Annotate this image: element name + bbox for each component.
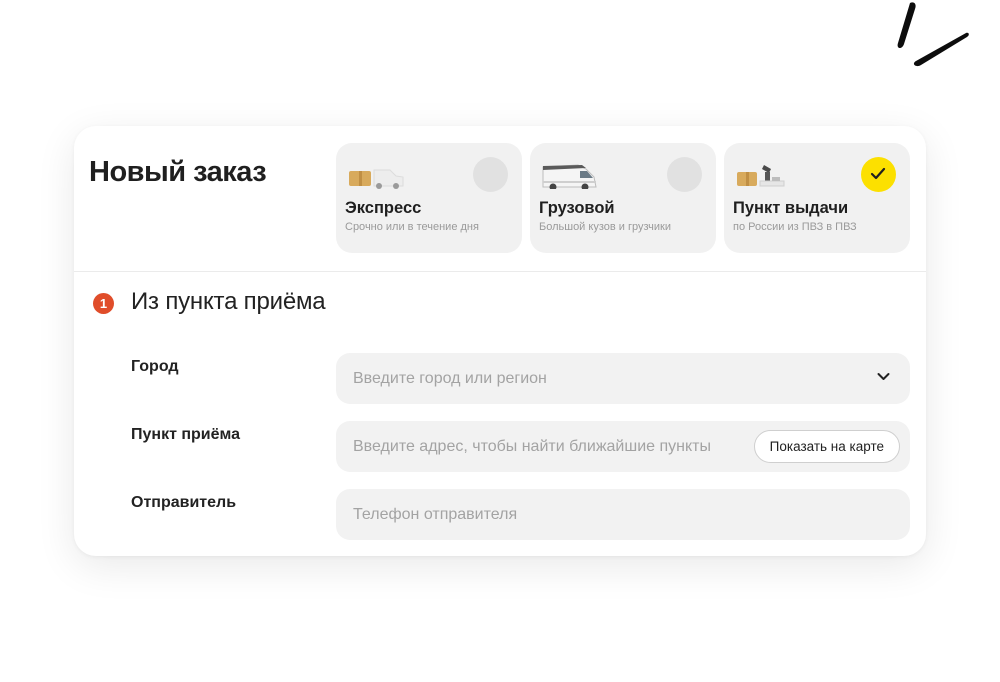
pickup-point-radio[interactable] xyxy=(861,157,896,192)
express-car-icon xyxy=(349,169,404,189)
page-title: Новый заказ xyxy=(89,156,267,188)
checkmark-icon xyxy=(870,167,886,180)
sender-phone-input[interactable] xyxy=(336,489,910,540)
option-description: Большой кузов и грузчики xyxy=(539,221,671,233)
option-name: Экспресс xyxy=(345,199,422,217)
option-name: Пункт выдачи xyxy=(733,199,849,217)
sender-field[interactable] xyxy=(336,489,910,540)
option-express[interactable]: Экспресс Срочно или в течение дня xyxy=(336,143,522,253)
option-pickup-point[interactable]: Пункт выдачи по России из ПВЗ в ПВЗ xyxy=(724,143,910,253)
option-description: Срочно или в течение дня xyxy=(345,221,479,233)
cargo-van-icon xyxy=(542,164,597,189)
express-radio[interactable] xyxy=(473,157,508,192)
city-select[interactable] xyxy=(336,353,910,404)
pickup-point-field[interactable]: Показать на карте xyxy=(336,421,910,472)
section-title: Из пункта приёма xyxy=(131,288,326,315)
pickup-point-label: Пункт приёма xyxy=(131,426,241,443)
divider xyxy=(74,271,926,272)
pickup-point-icon xyxy=(737,165,785,187)
city-label: Город xyxy=(131,358,179,375)
step-badge: 1 xyxy=(93,293,114,314)
cargo-radio[interactable] xyxy=(667,157,702,192)
decorative-strokes-icon xyxy=(897,2,969,67)
option-name: Грузовой xyxy=(539,199,615,217)
option-cargo[interactable]: Грузовой Большой кузов и грузчики xyxy=(530,143,716,253)
order-card: Новый заказ Экспресс Срочно или в течени… xyxy=(74,126,926,556)
chevron-down-icon[interactable] xyxy=(877,372,890,381)
city-input[interactable] xyxy=(336,353,910,404)
show-on-map-button[interactable]: Показать на карте xyxy=(753,430,900,463)
sender-label: Отправитель xyxy=(131,494,237,511)
option-description: по России из ПВЗ в ПВЗ xyxy=(733,221,857,233)
